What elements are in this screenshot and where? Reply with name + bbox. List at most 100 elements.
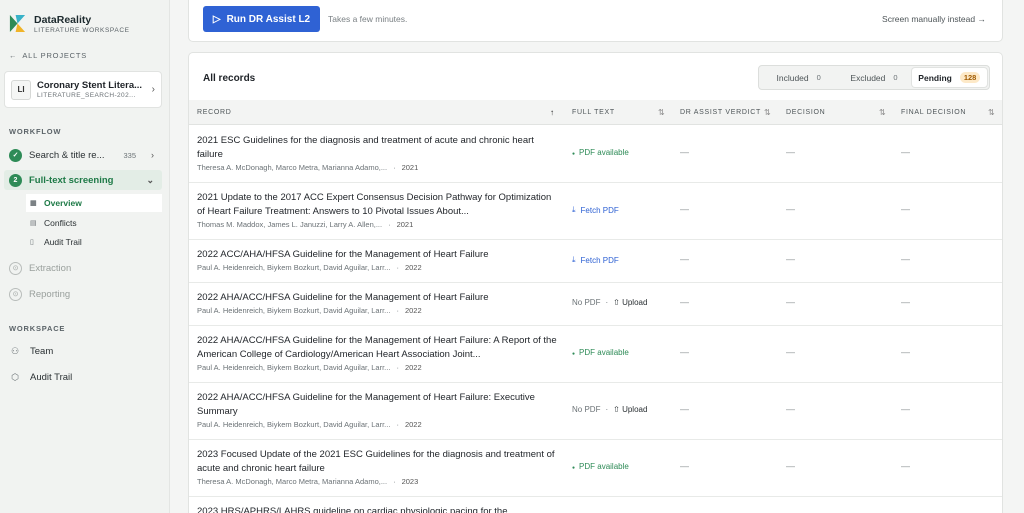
column-header-fulltext[interactable]: FULL TEXT bbox=[572, 109, 615, 116]
project-switcher[interactable]: LI Coronary Stent Litera... LITERATURE_S… bbox=[4, 71, 162, 108]
document-icon: ▯ bbox=[30, 239, 34, 246]
record-title[interactable]: 2022 AHA/ACC/HFSA Guideline for the Mana… bbox=[197, 391, 559, 418]
subitem-label: Conflicts bbox=[44, 218, 77, 228]
record-meta: Thomas M. Maddox, James L. Januzzi, Larr… bbox=[197, 220, 414, 229]
tab-label: Included bbox=[776, 72, 809, 83]
table-row[interactable]: 2022 AHA/ACC/HFSA Guideline for the Mana… bbox=[189, 326, 1002, 383]
sidebar-item-extraction[interactable]: ⊙ Extraction bbox=[4, 258, 162, 278]
sidebar-item-fulltext-screening[interactable]: 2 Full-text screening ⌄ bbox=[4, 170, 162, 190]
fulltext-status: No PDF · ⇧ Upload bbox=[572, 405, 648, 414]
sidebar-subitem-overview[interactable]: ▦ Overview bbox=[26, 194, 162, 212]
decision-cell: — bbox=[786, 297, 795, 307]
chevron-down-icon: ⌄ bbox=[146, 174, 154, 185]
subitem-label: Overview bbox=[44, 198, 82, 208]
tab-label: Pending bbox=[918, 72, 952, 83]
download-icon: ⤓ bbox=[572, 255, 576, 264]
check-icon: ✓ bbox=[9, 148, 22, 162]
column-header-record[interactable]: RECORD bbox=[197, 109, 232, 116]
record-title[interactable]: 2021 Update to the 2017 ACC Expert Conse… bbox=[197, 191, 559, 218]
arrow-right-icon: → bbox=[977, 14, 987, 24]
record-title[interactable]: 2021 ESC Guidelines for the diagnosis an… bbox=[197, 134, 559, 161]
sort-icon[interactable]: ⇅ bbox=[879, 108, 886, 117]
record-title[interactable]: 2023 HRS/APHRS/LAHRS guideline on cardia… bbox=[197, 505, 559, 513]
decision-cell: — bbox=[786, 404, 795, 414]
verdict-cell: — bbox=[680, 404, 689, 414]
pdf-available-label[interactable]: PDF available bbox=[572, 462, 629, 471]
sidebar-item-search-title-review[interactable]: ✓ Search & title re... 335 › bbox=[4, 145, 162, 165]
sidebar-subitem-conflicts[interactable]: ▤ Conflicts bbox=[26, 214, 162, 232]
record-year: 2021 bbox=[401, 163, 419, 172]
tab-count: 0 bbox=[816, 73, 821, 82]
table-row[interactable]: 2021 ESC Guidelines for the diagnosis an… bbox=[189, 126, 1002, 183]
fetch-pdf-button[interactable]: ⤓ Fetch PDF bbox=[572, 205, 619, 215]
table-row[interactable]: 2023 Focused Update of the 2021 ESC Guid… bbox=[189, 440, 1002, 497]
record-authors: Theresa A. McDonagh, Marco Metra, Marian… bbox=[197, 477, 388, 486]
table-row[interactable]: 2022 ACC/AHA/HFSA Guideline for the Mana… bbox=[189, 240, 1002, 283]
search-count: 335 bbox=[123, 150, 136, 160]
record-year: 2022 bbox=[404, 263, 422, 272]
sort-asc-icon[interactable]: ↑ bbox=[550, 108, 555, 117]
sidebar: DataReality LITERATURE WORKSPACE ← ALL P… bbox=[0, 0, 170, 513]
sidebar-item-audit-trail[interactable]: ⬡ Audit Trail bbox=[9, 372, 72, 383]
lock-icon: ⊙ bbox=[9, 287, 22, 301]
record-year: 2021 bbox=[396, 220, 414, 229]
sidebar-item-reporting[interactable]: ⊙ Reporting bbox=[4, 284, 162, 304]
record-title[interactable]: 2023 Focused Update of the 2021 ESC Guid… bbox=[197, 448, 559, 475]
pdf-available-label[interactable]: PDF available bbox=[572, 148, 629, 157]
sidebar-item-label: Search & title re... bbox=[29, 149, 105, 161]
screen-manually-link[interactable]: Screen manually instead → bbox=[882, 14, 986, 24]
fetch-pdf-label: Fetch PDF bbox=[580, 205, 619, 215]
grid-icon: ▦ bbox=[30, 200, 37, 207]
datareality-logo-icon bbox=[9, 14, 26, 33]
sidebar-item-label: Extraction bbox=[29, 262, 72, 274]
final-decision-cell: — bbox=[901, 404, 910, 414]
arrow-left-icon: ← bbox=[9, 51, 18, 60]
column-header-verdict[interactable]: DR ASSIST VERDICT bbox=[680, 109, 761, 116]
users-icon: ⚇ bbox=[10, 346, 20, 356]
table-row[interactable]: 2021 Update to the 2017 ACC Expert Conse… bbox=[189, 183, 1002, 240]
sidebar-item-label: Full-text screening bbox=[29, 174, 114, 186]
tab-included[interactable]: Included 0 bbox=[761, 68, 836, 87]
decision-cell: — bbox=[786, 204, 795, 214]
screen-manually-label: Screen manually instead bbox=[882, 14, 976, 24]
tab-pending[interactable]: Pending 128 bbox=[911, 68, 987, 87]
final-decision-cell: — bbox=[901, 254, 910, 264]
verdict-cell: — bbox=[680, 347, 689, 357]
table-row[interactable]: 2022 AHA/ACC/HFSA Guideline for the Mana… bbox=[189, 283, 1002, 326]
fulltext-status: PDF available bbox=[572, 462, 629, 471]
status-tabs: Included 0 Excluded 0 Pending 128 bbox=[758, 65, 990, 90]
sidebar-item-team[interactable]: ⚇ Team bbox=[9, 346, 53, 357]
brand-name: DataReality bbox=[34, 14, 92, 26]
records-title: All records bbox=[203, 73, 256, 84]
sort-icon[interactable]: ⇅ bbox=[658, 108, 665, 117]
sort-icon[interactable]: ⇅ bbox=[988, 108, 995, 117]
table-row[interactable]: 2023 HRS/APHRS/LAHRS guideline on cardia… bbox=[189, 497, 1002, 513]
fetch-pdf-button[interactable]: ⤓ Fetch PDF bbox=[572, 255, 619, 265]
tab-count: 0 bbox=[893, 73, 898, 82]
sidebar-subitem-audit-trail[interactable]: ▯ Audit Trail bbox=[26, 233, 162, 251]
upload-label: Upload bbox=[622, 298, 648, 307]
upload-button[interactable]: ⇧ Upload bbox=[613, 405, 647, 414]
step-number-badge: 2 bbox=[9, 173, 22, 187]
run-button-label: Run DR Assist L2 bbox=[226, 13, 311, 25]
column-header-decision[interactable]: DECISION bbox=[786, 109, 825, 116]
fulltext-status: PDF available bbox=[572, 148, 629, 157]
run-dr-assist-button[interactable]: ▷ Run DR Assist L2 bbox=[203, 6, 320, 32]
chevron-right-icon: › bbox=[151, 150, 154, 160]
pdf-available-label[interactable]: PDF available bbox=[572, 348, 629, 357]
record-meta: Theresa A. McDonagh, Marco Metra, Marian… bbox=[197, 477, 419, 486]
tab-label: Excluded bbox=[850, 72, 886, 83]
brand[interactable]: DataReality LITERATURE WORKSPACE bbox=[8, 14, 130, 34]
record-authors: Theresa A. McDonagh, Marco Metra, Marian… bbox=[197, 163, 388, 172]
record-title[interactable]: 2022 AHA/ACC/HFSA Guideline for the Mana… bbox=[197, 291, 559, 305]
run-note: Takes a few minutes. bbox=[328, 14, 408, 24]
record-meta: Theresa A. McDonagh, Marco Metra, Marian… bbox=[197, 163, 419, 172]
upload-button[interactable]: ⇧ Upload bbox=[613, 298, 647, 307]
tab-excluded[interactable]: Excluded 0 bbox=[836, 68, 911, 87]
table-row[interactable]: 2022 AHA/ACC/HFSA Guideline for the Mana… bbox=[189, 383, 1002, 440]
record-title[interactable]: 2022 ACC/AHA/HFSA Guideline for the Mana… bbox=[197, 248, 559, 262]
sort-icon[interactable]: ⇅ bbox=[764, 108, 771, 117]
column-header-final-decision[interactable]: FINAL DECISION bbox=[901, 109, 966, 116]
record-title[interactable]: 2022 AHA/ACC/HFSA Guideline for the Mana… bbox=[197, 334, 559, 361]
all-projects-link[interactable]: ← ALL PROJECTS bbox=[9, 51, 87, 60]
